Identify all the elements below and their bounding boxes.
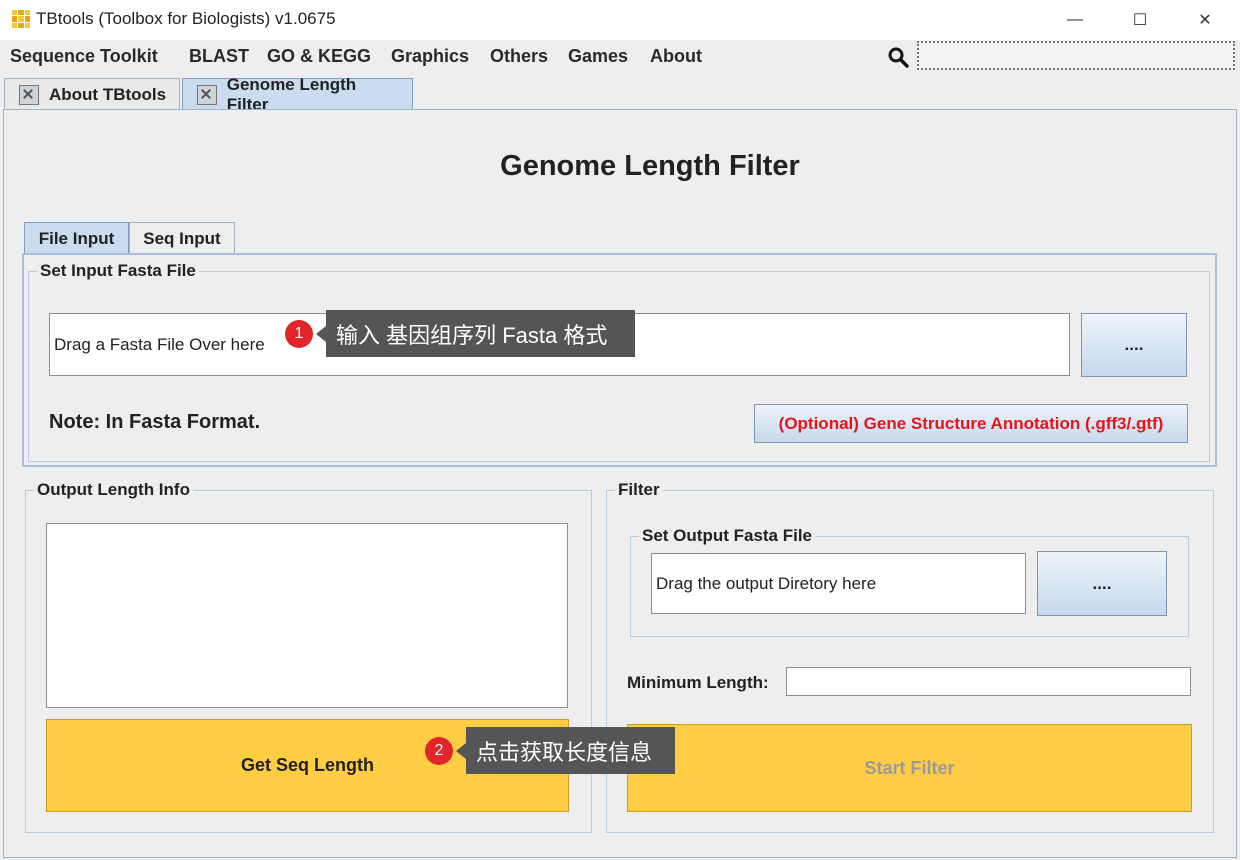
group-legend: Set Input Fasta File [40,261,196,280]
browse-input-button[interactable]: .... [1081,313,1187,377]
tab-genome-length-filter[interactable]: Genome Length Filter [182,75,413,114]
minimum-length-input[interactable] [786,667,1191,696]
tab-label: About TBtools [49,84,167,104]
menu-sequence-toolkit[interactable]: Sequence Toolkit [10,46,158,67]
group-legend: Output Length Info [37,480,190,499]
browse-output-button[interactable]: .... [1037,551,1167,616]
menu-graphics[interactable]: Graphics [391,46,469,67]
callout-step-2: 点击获取长度信息 [456,727,675,774]
start-filter-button[interactable]: Start Filter [627,724,1192,812]
gene-annotation-button[interactable]: (Optional) Gene Structure Annotation (.g… [754,404,1188,443]
tbtools-logo-icon [12,10,30,28]
page-title: Genome Length Filter [500,150,800,182]
group-legend: Set Output Fasta File [642,526,813,545]
close-tab-icon[interactable] [197,84,217,105]
menu-blast[interactable]: BLAST [189,46,249,67]
tab-about-tbtools[interactable]: About TBtools [4,78,180,110]
step-badge-2: 2 [425,737,453,765]
group-legend: Filter [618,480,660,499]
length-info-textarea[interactable] [46,523,568,708]
menu-about[interactable]: About [650,46,702,67]
minimum-length-label: Minimum Length: [627,673,769,692]
menu-go-kegg[interactable]: GO & KEGG [267,46,371,67]
output-directory-field[interactable]: Drag the output Diretory here [651,553,1026,614]
step-badge-1: 1 [285,320,313,348]
minimize-button[interactable]: — [1042,0,1108,40]
close-window-button[interactable]: ✕ [1172,0,1238,40]
callout-step-1: 输入 基因组序列 Fasta 格式 [316,310,635,357]
fasta-note: Note: In Fasta Format. [49,411,261,433]
search-input[interactable] [917,41,1235,70]
menu-games[interactable]: Games [568,46,628,67]
search-icon[interactable] [887,46,909,68]
tab-seq-input[interactable]: Seq Input [129,222,235,254]
maximize-button[interactable]: ☐ [1107,0,1173,40]
close-tab-icon[interactable] [19,84,39,105]
tab-file-input[interactable]: File Input [24,222,129,254]
window-title: TBtools (Toolbox for Biologists) v1.0675 [36,9,336,28]
menu-others[interactable]: Others [490,46,548,67]
